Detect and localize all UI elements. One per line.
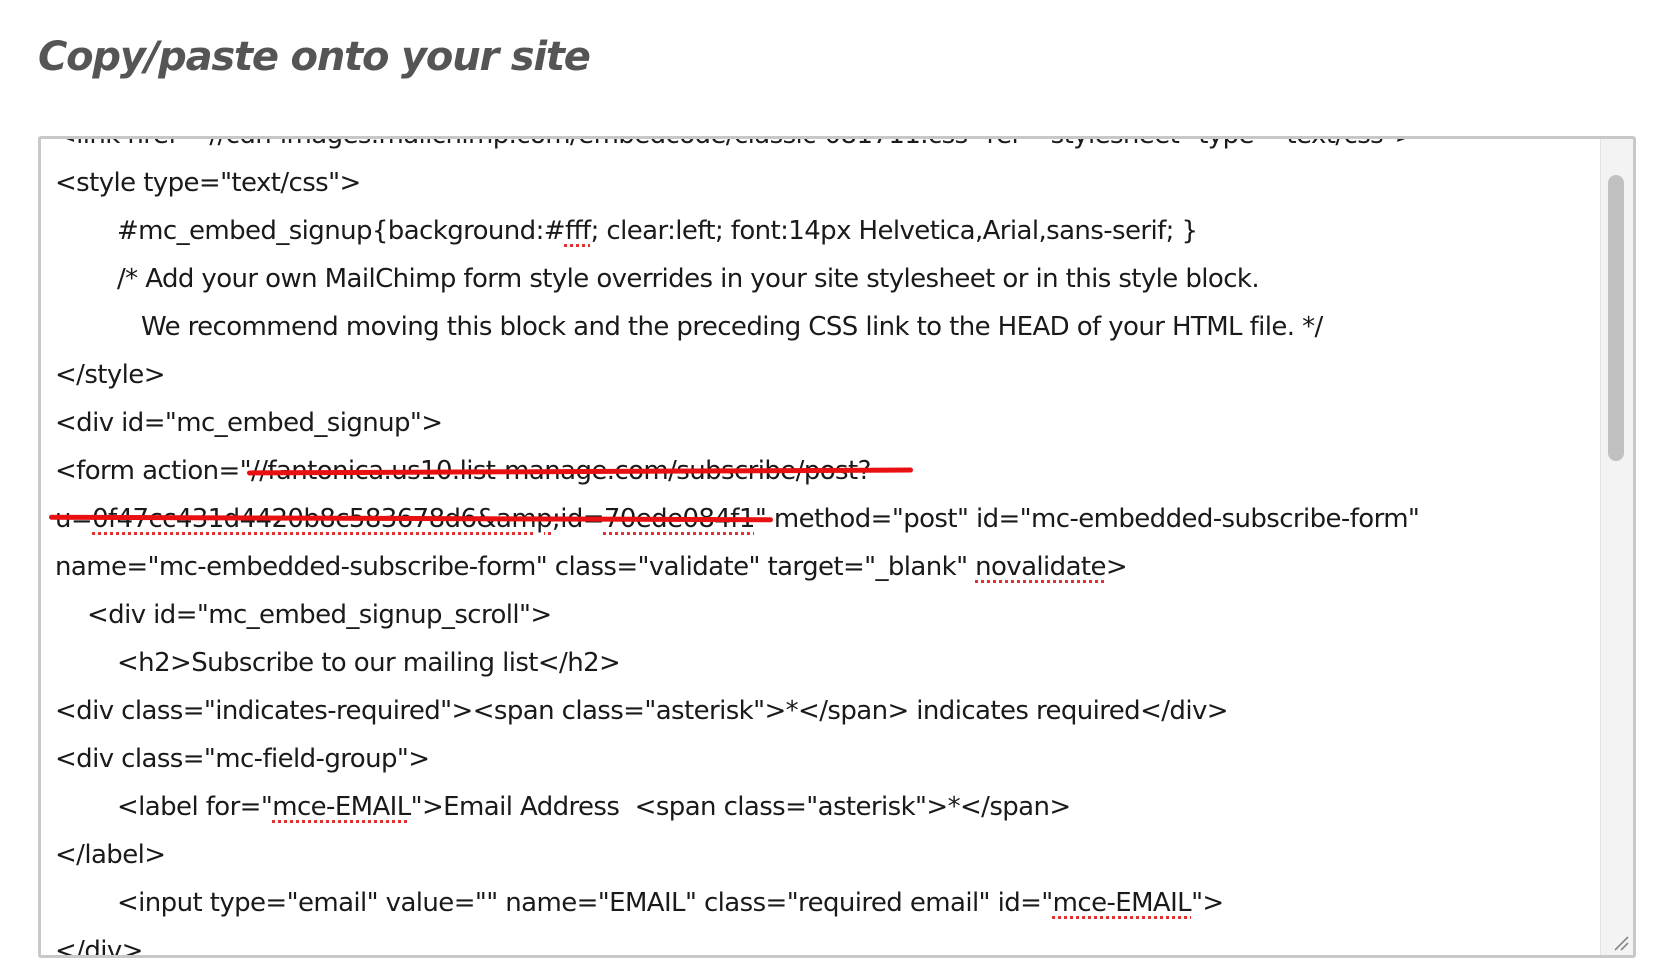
section-heading: Copy/paste onto your site (38, 34, 591, 80)
code-line-comment-2: We recommend moving this block and the p… (141, 312, 1323, 342)
code-line-comment-1: /* Add your own MailChimp form style ove… (117, 264, 1260, 294)
vertical-scrollbar[interactable] (1600, 139, 1633, 955)
code-line-div-close: </div> (55, 936, 143, 958)
spellcheck-word: novalidate (975, 552, 1106, 582)
code-line-label: <label for="mce-EMAIL">Email Address <sp… (117, 792, 1071, 822)
code-line-indicates-required: <div class="indicates-required"><span cl… (55, 696, 1229, 726)
spellcheck-word: mce-EMAIL (272, 792, 411, 822)
code-line-style-rule: #mc_embed_signup{background:#fff; clear:… (117, 216, 1198, 246)
code-line-style-close: </style> (55, 360, 165, 390)
code-line-div-scroll: <div id="mc_embed_signup_scroll"> (87, 600, 552, 630)
code-content: <link href="//cdn-images.mailchimp.com/e… (55, 139, 1597, 958)
scrollbar-thumb[interactable] (1608, 175, 1624, 461)
code-line-form-name: name="mc-embedded-subscribe-form" class=… (55, 552, 1128, 582)
spellcheck-word: mce-EMAIL (1052, 888, 1192, 918)
code-line-div-signup: <div id="mc_embed_signup"> (55, 408, 443, 438)
code-line-field-group: <div class="mc-field-group"> (55, 744, 430, 774)
code-line-style-open: <style type="text/css"> (55, 168, 361, 198)
resize-grip-icon[interactable] (1611, 933, 1629, 951)
embed-code-textarea[interactable]: <link href="//cdn-images.mailchimp.com/e… (38, 136, 1636, 958)
code-line-link: <link href="//cdn-images.mailchimp.com/e… (55, 139, 1597, 159)
spellcheck-word: fff (564, 216, 591, 246)
code-line-label-close: </label> (55, 840, 166, 870)
code-line-input: <input type="email" value="" name="EMAIL… (117, 888, 1224, 918)
code-line-h2: <h2>Subscribe to our mailing list</h2> (117, 648, 621, 678)
